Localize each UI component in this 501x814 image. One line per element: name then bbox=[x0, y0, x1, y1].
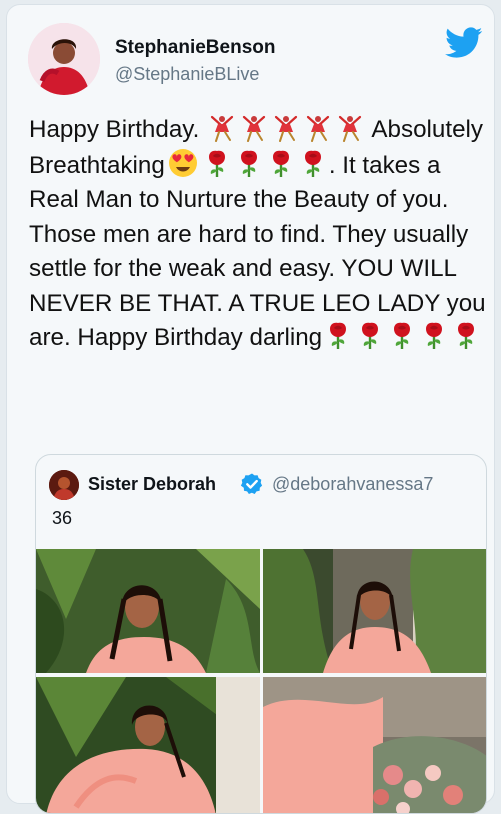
photo-3[interactable] bbox=[36, 677, 260, 813]
rose-emoji bbox=[325, 322, 351, 350]
rose-emoji bbox=[389, 322, 415, 350]
rose-emoji bbox=[268, 150, 294, 178]
quoted-author-name[interactable]: Sister Deborah bbox=[88, 474, 216, 495]
rose-emoji bbox=[300, 150, 326, 178]
tweet-text-segment: Happy Birthday. bbox=[29, 116, 207, 143]
dancer-emoji bbox=[305, 114, 331, 142]
photo-4[interactable] bbox=[263, 677, 486, 813]
rose-emoji bbox=[236, 150, 262, 178]
dancer-emoji bbox=[209, 114, 235, 142]
photo-2[interactable] bbox=[263, 549, 486, 673]
verified-badge-icon bbox=[240, 472, 264, 496]
rose-emoji bbox=[357, 322, 383, 350]
author-display-name[interactable]: StephanieBenson bbox=[115, 37, 275, 59]
twitter-bird-icon[interactable] bbox=[445, 27, 483, 59]
quoted-author-handle[interactable]: @deborahvanessa7 bbox=[272, 474, 433, 495]
quoted-author-avatar[interactable] bbox=[49, 470, 79, 500]
tweet-card[interactable]: StephanieBenson @StephanieBLive Happy Bi… bbox=[6, 4, 495, 814]
avatar-photo bbox=[28, 23, 100, 95]
rose-emoji bbox=[421, 322, 447, 350]
quoted-tweet-text: 36 bbox=[52, 508, 73, 528]
heart-eyes-emoji bbox=[168, 148, 198, 178]
author-avatar[interactable] bbox=[28, 23, 100, 95]
rose-emoji bbox=[453, 322, 479, 350]
rose-emoji bbox=[204, 150, 230, 178]
dancer-emoji bbox=[273, 114, 299, 142]
author-handle[interactable]: @StephanieBLive bbox=[115, 64, 259, 85]
tweet-text-segment: . It takes a Real Man to Nurture the Bea… bbox=[29, 151, 486, 352]
photo-1[interactable] bbox=[36, 549, 260, 673]
tweet-body: Happy Birthday. Absolutely Breathtaking.… bbox=[29, 113, 489, 356]
dancer-emoji bbox=[337, 114, 363, 142]
quoted-tweet[interactable]: Sister Deborah @deborahvanessa7 36 bbox=[35, 454, 487, 814]
dancer-emoji bbox=[241, 114, 267, 142]
